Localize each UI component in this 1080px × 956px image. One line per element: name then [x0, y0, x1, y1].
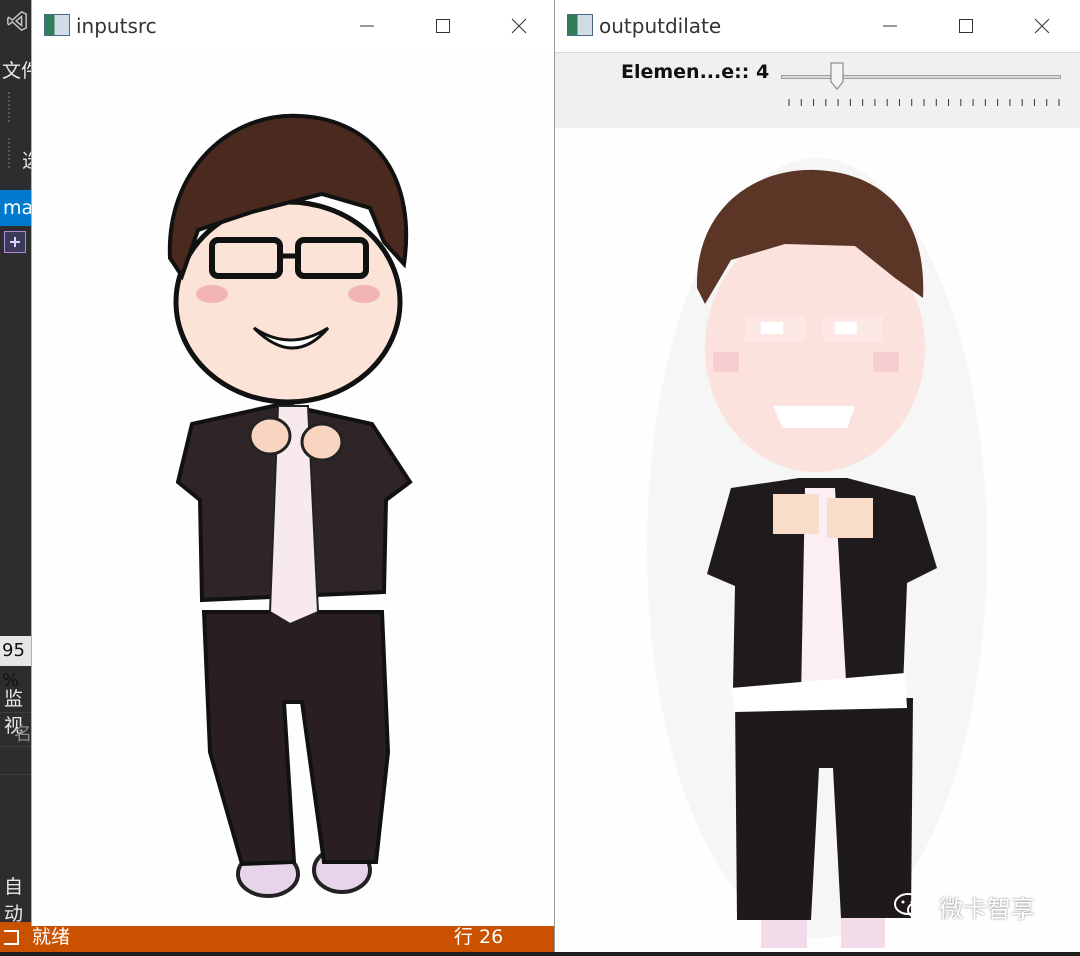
status-ready-text: 就绪 — [32, 926, 71, 948]
trackbar-panel: Elemen...e:: 4 — [555, 52, 1080, 130]
watch-column-name: 名 — [14, 724, 32, 745]
toolbar-grip — [8, 92, 16, 122]
minimize-button[interactable] — [344, 0, 390, 52]
visual-studio-logo-icon — [7, 10, 27, 32]
image-canvas-input — [32, 52, 554, 926]
toolbar-grip — [8, 138, 16, 168]
status-bar: 就绪 行 26 — [0, 922, 560, 952]
add-icon[interactable] — [4, 231, 26, 253]
cartoon-character-image — [167, 113, 413, 898]
trackbar-track[interactable] — [781, 75, 1061, 79]
app-window-icon — [44, 14, 70, 36]
close-icon — [1034, 18, 1050, 34]
close-button[interactable] — [496, 0, 542, 52]
trackbar-ticks — [788, 99, 1060, 106]
minimize-icon — [883, 25, 897, 27]
window-outputdilate[interactable]: outputdilate Elemen...e:: 4 微卡智享 — [554, 0, 1080, 952]
minimize-icon — [360, 25, 374, 27]
image-canvas-output — [555, 128, 1080, 952]
maximize-button[interactable] — [420, 0, 466, 52]
wechat-icon — [894, 893, 931, 919]
watermark-text: 微卡智享 — [939, 894, 1035, 923]
window-title: outputdilate — [599, 14, 722, 38]
window-inputsrc[interactable]: inputsrc — [31, 0, 554, 926]
trackbar-thumb[interactable] — [830, 62, 844, 90]
window-titlebar[interactable]: outputdilate — [555, 0, 1080, 52]
wechat-watermark: 微卡智享 — [893, 886, 1035, 926]
dilated-character-image — [647, 158, 987, 948]
close-icon — [511, 18, 527, 34]
maximize-icon — [959, 19, 973, 33]
status-line-number: 行 26 — [454, 926, 504, 948]
trackbar-label: Elemen...e:: 4 — [621, 61, 770, 83]
maximize-icon — [436, 19, 450, 33]
window-titlebar[interactable]: inputsrc — [32, 0, 554, 52]
close-button[interactable] — [1019, 0, 1065, 52]
maximize-button[interactable] — [943, 0, 989, 52]
publish-icon — [4, 930, 19, 945]
window-title: inputsrc — [76, 14, 157, 38]
app-window-icon — [567, 14, 593, 36]
minimize-button[interactable] — [867, 0, 913, 52]
editor-tab-label: ma — [3, 197, 34, 219]
